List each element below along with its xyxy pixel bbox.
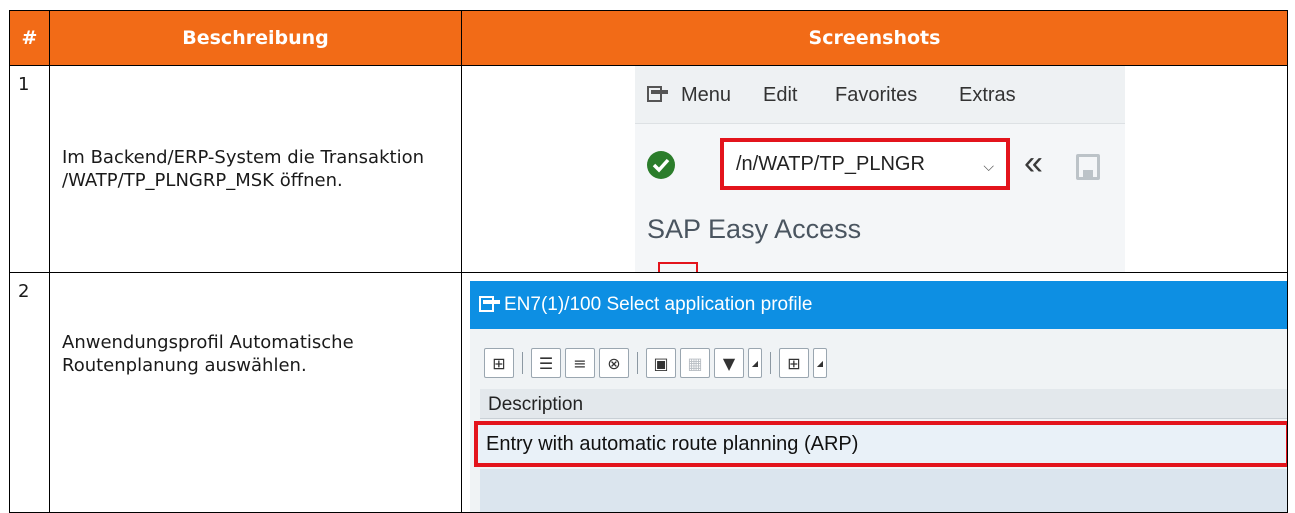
menu-icon[interactable] — [479, 296, 501, 312]
select-profile-dialog: EN7(1)/100 Select application profile ⊞ … — [470, 281, 1287, 512]
table-row: 1 Im Backend/ERP-System die Transaktion … — [9, 65, 1288, 273]
alv-toolbar: ⊞ ☰ ≡ ⊗ ▣ ▦ ▼ ◢ ⊞ ◢ — [480, 343, 1287, 383]
row-description: Anwendungsprofil Automatische Routenplan… — [62, 332, 354, 376]
menu-icon[interactable] — [647, 86, 669, 102]
toolbar-separator — [770, 352, 771, 374]
profile-description: Entry with automatic route planning (ARP… — [486, 433, 859, 455]
filter-dropdown-icon[interactable]: ◢ — [748, 348, 762, 378]
toolbar-separator — [522, 352, 523, 374]
screenshot-cell: Menu Edit Favorites Extras /n/WATP/TP_PL… — [461, 65, 1288, 273]
find-next-icon[interactable]: ▦ — [680, 348, 710, 378]
back-icon[interactable]: « — [1024, 146, 1043, 180]
command-field[interactable]: /n/WATP/TP_PLNGR ⌵ — [720, 138, 1010, 190]
toolbar-separator — [637, 352, 638, 374]
sort-ascending-icon[interactable]: ☰ — [531, 348, 561, 378]
sap-toolbar: /n/WATP/TP_PLNGR ⌵ « — [635, 124, 1125, 212]
dialog-titlebar: EN7(1)/100 Select application profile — [470, 281, 1287, 329]
row-description-cell: Im Backend/ERP-System die Transaktion /W… — [49, 65, 462, 273]
sap-menu-bar: Menu Edit Favorites Extras — [635, 66, 1125, 124]
header-number: # — [9, 10, 50, 66]
row-number: 2 — [9, 272, 50, 513]
highlight-fragment — [658, 262, 698, 272]
layout-icon[interactable]: ⊞ — [779, 348, 809, 378]
details-icon[interactable]: ⊞ — [484, 348, 514, 378]
selected-profile-row[interactable]: Entry with automatic route planning (ARP… — [474, 421, 1287, 467]
row-description-cell: Anwendungsprofil Automatische Routenplan… — [49, 272, 462, 513]
layout-dropdown-icon[interactable]: ◢ — [813, 348, 827, 378]
screenshot-cell: EN7(1)/100 Select application profile ⊞ … — [461, 272, 1288, 513]
chevron-down-icon[interactable]: ⌵ — [983, 158, 994, 175]
page-title: SAP Easy Access — [647, 214, 862, 244]
cancel-icon[interactable]: ⊗ — [599, 348, 629, 378]
sort-descending-icon[interactable]: ≡ — [565, 348, 595, 378]
header-description: Beschreibung — [49, 10, 462, 66]
row-number: 1 — [9, 65, 50, 273]
table-row: 2 Anwendungsprofil Automatische Routenpl… — [9, 272, 1288, 513]
header-row: # Beschreibung Screenshots — [9, 10, 1288, 66]
sap-easy-access-screenshot: Menu Edit Favorites Extras /n/WATP/TP_PL… — [635, 66, 1125, 272]
dialog-body: ⊞ ☰ ≡ ⊗ ▣ ▦ ▼ ◢ ⊞ ◢ Description Entry wi… — [470, 329, 1287, 512]
menu-item-favorites[interactable]: Favorites — [835, 84, 917, 107]
command-field-value: /n/WATP/TP_PLNGR — [736, 153, 925, 175]
header-screenshots: Screenshots — [461, 10, 1288, 66]
check-icon[interactable] — [647, 151, 675, 179]
dialog-title: EN7(1)/100 Select application profile — [504, 294, 813, 315]
find-icon[interactable]: ▣ — [646, 348, 676, 378]
menu-item-edit[interactable]: Edit — [763, 84, 797, 107]
column-header-description[interactable]: Description — [480, 389, 1287, 419]
empty-list-area — [480, 469, 1287, 512]
filter-icon[interactable]: ▼ — [714, 348, 744, 378]
instruction-table: # Beschreibung Screenshots 1 Im Backend/… — [9, 10, 1288, 513]
row-description: Im Backend/ERP-System die Transaktion /W… — [62, 147, 424, 191]
menu-item-extras[interactable]: Extras — [959, 84, 1016, 107]
save-icon — [1076, 154, 1100, 180]
menu-item-menu[interactable]: Menu — [681, 84, 731, 107]
